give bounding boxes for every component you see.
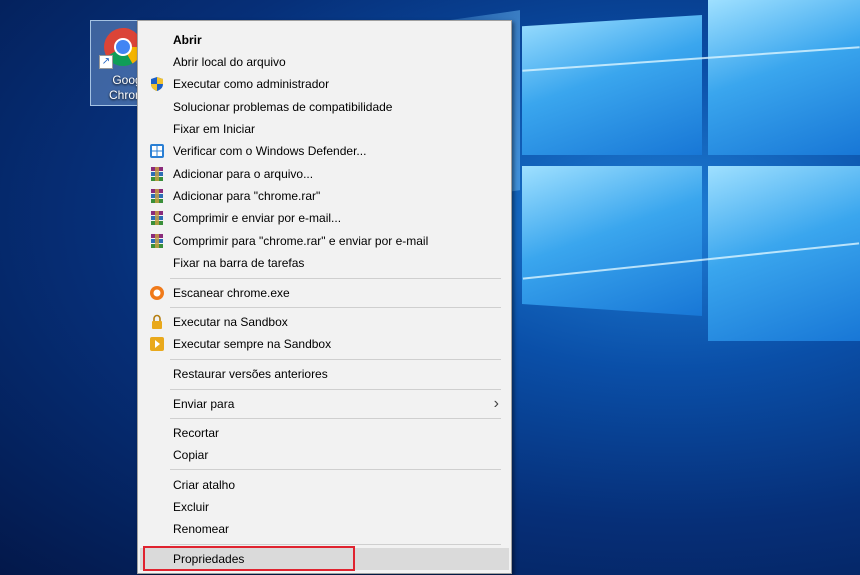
menu-item-renomear[interactable]: Renomear bbox=[140, 518, 509, 540]
menu-item-enviar-para[interactable]: Enviar para › bbox=[140, 393, 509, 415]
menu-separator bbox=[170, 418, 501, 419]
avast-icon bbox=[149, 285, 165, 301]
menu-item-label: Abrir local do arquivo bbox=[173, 55, 286, 69]
shortcut-arrow-icon: ↗ bbox=[99, 55, 113, 69]
menu-item-escanear-chrome-exe[interactable]: Escanear chrome.exe bbox=[140, 282, 509, 304]
windows-logo-pane-bottom-left bbox=[522, 166, 702, 316]
menu-item-comprimir-para-chrome-rar-e-enviar-por-e-mail[interactable]: Comprimir para "chrome.rar" e enviar por… bbox=[140, 230, 509, 252]
menu-item-label: Criar atalho bbox=[173, 478, 236, 492]
winrar-icon bbox=[149, 166, 165, 182]
menu-item-abrir[interactable]: Abrir bbox=[140, 29, 509, 51]
winrar-icon bbox=[149, 210, 165, 226]
menu-item-label: Adicionar para o arquivo... bbox=[173, 167, 314, 181]
uac-shield-icon bbox=[149, 76, 165, 92]
menu-item-label: Fixar na barra de tarefas bbox=[173, 256, 305, 270]
menu-item-label: Comprimir e enviar por e-mail... bbox=[173, 211, 342, 225]
sandbox-arrow-icon bbox=[149, 336, 165, 352]
menu-item-verificar-com-o-windows-defender[interactable]: Verificar com o Windows Defender... bbox=[140, 140, 509, 162]
menu-separator bbox=[170, 389, 501, 390]
menu-separator bbox=[170, 359, 501, 360]
menu-item-label: Excluir bbox=[173, 500, 210, 514]
menu-item-label: Recortar bbox=[173, 426, 220, 440]
menu-item-label: Escanear chrome.exe bbox=[173, 286, 290, 300]
sandbox-lock-icon bbox=[149, 314, 165, 330]
windows-logo-pane-bottom-right bbox=[708, 166, 860, 341]
menu-item-copiar[interactable]: Copiar bbox=[140, 444, 509, 466]
menu-item-excluir[interactable]: Excluir bbox=[140, 496, 509, 518]
menu-item-label: Fixar em Iniciar bbox=[173, 122, 256, 136]
menu-item-label: Solucionar problemas de compatibilidade bbox=[173, 100, 393, 114]
menu-item-label: Abrir bbox=[173, 33, 202, 47]
menu-item-label: Executar como administrador bbox=[173, 77, 330, 91]
menu-item-fixar-na-barra-de-tarefas[interactable]: Fixar na barra de tarefas bbox=[140, 252, 509, 274]
menu-item-restaurar-vers-es-anteriores[interactable]: Restaurar versões anteriores bbox=[140, 363, 509, 385]
submenu-chevron-icon: › bbox=[493, 395, 499, 412]
menu-item-executar-sempre-na-sandbox[interactable]: Executar sempre na Sandbox bbox=[140, 333, 509, 355]
windows-defender-icon bbox=[149, 143, 165, 159]
menu-item-recortar[interactable]: Recortar bbox=[140, 422, 509, 444]
highlight-annotation bbox=[143, 546, 355, 571]
context-menu: Abrir Abrir local do arquivo Executar como… bbox=[137, 20, 512, 574]
menu-item-solucionar-problemas-de-compatibilidade[interactable]: Solucionar problemas de compatibilidade bbox=[140, 96, 509, 118]
menu-item-label: Executar na Sandbox bbox=[173, 315, 288, 329]
menu-item-executar-na-sandbox[interactable]: Executar na Sandbox bbox=[140, 311, 509, 333]
menu-separator bbox=[170, 469, 501, 470]
winrar-icon bbox=[149, 188, 165, 204]
menu-separator bbox=[170, 307, 501, 308]
menu-item-fixar-em-iniciar[interactable]: Fixar em Iniciar bbox=[140, 118, 509, 140]
menu-item-label: Renomear bbox=[173, 522, 230, 536]
menu-item-label: Enviar para bbox=[173, 397, 235, 411]
menu-item-label: Executar sempre na Sandbox bbox=[173, 337, 332, 351]
winrar-icon bbox=[149, 233, 165, 249]
menu-item-executar-como-administrador[interactable]: Executar como administrador bbox=[140, 73, 509, 95]
menu-item-label: Restaurar versões anteriores bbox=[173, 367, 328, 381]
menu-item-adicionar-para-o-arquivo[interactable]: Adicionar para o arquivo... bbox=[140, 163, 509, 185]
menu-item-criar-atalho[interactable]: Criar atalho bbox=[140, 474, 509, 496]
menu-item-label: Copiar bbox=[173, 448, 209, 462]
menu-item-abrir-local-do-arquivo[interactable]: Abrir local do arquivo bbox=[140, 51, 509, 73]
windows-logo-pane-top-right bbox=[708, 0, 860, 155]
menu-item-label: Comprimir para "chrome.rar" e enviar por… bbox=[173, 234, 429, 248]
menu-item-label: Adicionar para "chrome.rar" bbox=[173, 189, 321, 203]
menu-item-comprimir-e-enviar-por-e-mail[interactable]: Comprimir e enviar por e-mail... bbox=[140, 207, 509, 229]
menu-item-label: Verificar com o Windows Defender... bbox=[173, 144, 367, 158]
menu-separator bbox=[170, 278, 501, 279]
windows-logo-pane-top-left bbox=[522, 15, 702, 155]
menu-separator bbox=[170, 544, 501, 545]
menu-item-adicionar-para-chrome-rar[interactable]: Adicionar para "chrome.rar" bbox=[140, 185, 509, 207]
